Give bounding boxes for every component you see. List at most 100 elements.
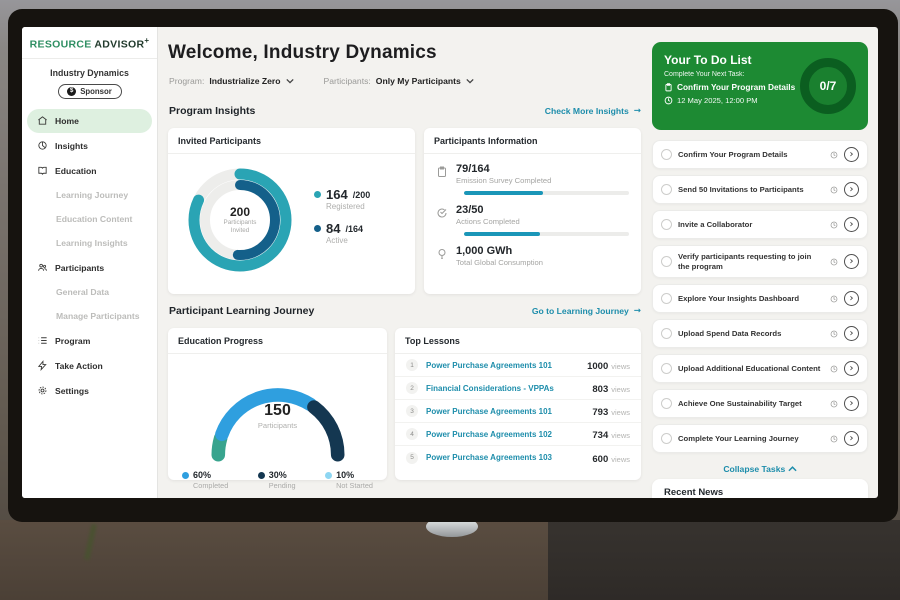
task-checkbox[interactable] xyxy=(661,433,672,444)
task-label: Send 50 Invitations to Participants xyxy=(678,185,824,195)
donut-legend: 164 /200 Registered 84 /164 Active xyxy=(314,177,370,255)
task-go-button[interactable]: › xyxy=(844,291,859,306)
legend-label: Completed xyxy=(193,481,228,490)
invited-donut-chart: 200 Participants Invited xyxy=(182,162,298,278)
todo-progress-value: 0/7 xyxy=(820,79,837,93)
task-checkbox[interactable] xyxy=(661,219,672,230)
task-row: Explore Your Insights Dashboard › xyxy=(652,284,868,313)
education-gauge-chart: 150 Participants xyxy=(183,364,373,464)
check-more-insights-link[interactable]: Check More Insights → xyxy=(545,106,641,116)
sidebar-item-education-content[interactable]: Education Content xyxy=(27,208,152,231)
sidebar-item-insights[interactable]: Insights xyxy=(27,134,152,158)
todo-title: Your To Do List xyxy=(664,53,795,67)
sidebar-item-general-data[interactable]: General Data xyxy=(27,281,152,304)
participants-label: Participants: xyxy=(324,76,371,86)
learning-journey-title: Participant Learning Journey xyxy=(169,305,314,317)
sidebar-item-label: General Data xyxy=(56,287,109,297)
task-checkbox[interactable] xyxy=(661,293,672,304)
participants-select[interactable]: Participants: Only My Participants xyxy=(324,76,474,86)
people-icon xyxy=(37,262,48,273)
task-go-button[interactable]: › xyxy=(844,147,859,162)
task-checkbox[interactable] xyxy=(661,363,672,374)
sidebar-item-take-action[interactable]: Take Action xyxy=(27,354,152,378)
sidebar-item-label: Participants xyxy=(55,263,104,273)
info-row-actions: 23/50 Actions Completed xyxy=(424,195,641,226)
sidebar-item-participants[interactable]: Participants xyxy=(27,256,152,280)
desk-right xyxy=(548,520,900,600)
go-to-learning-journey-link[interactable]: Go to Learning Journey → xyxy=(532,306,641,316)
info-value: 23/50 xyxy=(456,204,520,216)
sidebar-item-education[interactable]: Education xyxy=(27,159,152,183)
task-label: Achieve One Sustainability Target xyxy=(678,399,824,409)
lesson-link[interactable]: Financial Considerations - VPPAs xyxy=(426,384,584,393)
task-row: Invite a Collaborator › xyxy=(652,210,868,239)
views-suffix: views xyxy=(611,385,630,394)
sidebar-item-manage-participants[interactable]: Manage Participants xyxy=(27,305,152,328)
sidebar-item-label: Education xyxy=(55,166,97,176)
lesson-link[interactable]: Power Purchase Agreements 101 xyxy=(426,407,584,416)
task-go-button[interactable]: › xyxy=(844,217,859,232)
info-row-survey: 79/164 Emission Survey Completed xyxy=(424,154,641,185)
sidebar-item-label: Settings xyxy=(55,386,89,396)
views-suffix: views xyxy=(611,455,630,464)
lesson-link[interactable]: Power Purchase Agreements 102 xyxy=(426,430,584,439)
views-count: 734 xyxy=(592,430,608,441)
views-count: 803 xyxy=(592,384,608,395)
sidebar-item-program[interactable]: Program xyxy=(27,329,152,353)
task-checkbox[interactable] xyxy=(661,149,672,160)
rank-badge: 1 xyxy=(406,359,418,371)
link-label: Go to Learning Journey xyxy=(532,306,629,316)
task-go-button[interactable]: › xyxy=(844,431,859,446)
lesson-row: 1 Power Purchase Agreements 101 1000view… xyxy=(395,354,641,377)
task-go-button[interactable]: › xyxy=(844,326,859,341)
sponsor-label: Sponsor xyxy=(80,87,112,96)
legend-dot xyxy=(258,472,265,479)
task-checkbox[interactable] xyxy=(661,328,672,339)
gear-icon xyxy=(37,385,48,396)
actions-icon xyxy=(436,207,448,219)
survey-icon xyxy=(436,166,448,178)
task-label: Upload Spend Data Records xyxy=(678,329,824,339)
sidebar-item-learning-insights[interactable]: Learning Insights xyxy=(27,232,152,255)
task-checkbox[interactable] xyxy=(661,398,672,409)
task-row: Verify participants requesting to join t… xyxy=(652,245,868,278)
collapse-tasks-link[interactable]: Collapse Tasks xyxy=(652,464,868,474)
task-label: Invite a Collaborator xyxy=(678,220,824,230)
participants-information-card: Participants Information 79/164 Emission… xyxy=(424,128,641,294)
views-suffix: views xyxy=(611,362,630,371)
progress-fill xyxy=(464,191,543,195)
list-icon xyxy=(37,335,48,346)
link-label: Check More Insights xyxy=(545,106,629,116)
logo-advisor: ADVISOR xyxy=(94,39,144,51)
recent-news-title: Recent News xyxy=(664,487,856,498)
task-checkbox[interactable] xyxy=(661,256,672,267)
invited-center-line2: Invited xyxy=(231,227,250,236)
program-select[interactable]: Program: Industrialize Zero xyxy=(169,76,294,86)
legend-pct: 10% xyxy=(336,470,354,480)
donut-center-label: 200 Participants Invited xyxy=(182,162,298,278)
clock-icon xyxy=(830,295,838,303)
sidebar-item-label: Insights xyxy=(55,141,88,151)
task-go-button[interactable]: › xyxy=(844,361,859,376)
rank-badge: 4 xyxy=(406,428,418,440)
legend-dot xyxy=(325,472,332,479)
learning-journey-header: Participant Learning Journey Go to Learn… xyxy=(169,305,641,317)
home-icon xyxy=(37,115,48,126)
sidebar-item-home[interactable]: Home xyxy=(27,109,152,133)
legend-completed: 60% Completed xyxy=(182,470,228,490)
task-go-button[interactable]: › xyxy=(844,254,859,269)
task-go-button[interactable]: › xyxy=(844,182,859,197)
lesson-link[interactable]: Power Purchase Agreements 101 xyxy=(426,361,579,370)
clock-icon xyxy=(830,151,838,159)
recent-news-card: Recent News xyxy=(652,479,868,498)
task-row: Upload Spend Data Records › xyxy=(652,319,868,348)
sidebar-item-learning-journey[interactable]: Learning Journey xyxy=(27,184,152,207)
sidebar-item-settings[interactable]: Settings xyxy=(27,379,152,403)
task-label: Upload Additional Educational Content xyxy=(678,364,824,374)
lesson-link[interactable]: Power Purchase Agreements 103 xyxy=(426,453,584,462)
todo-next-task: Confirm Your Program Details xyxy=(677,82,795,92)
survey-progress-bar xyxy=(464,191,629,195)
task-go-button[interactable]: › xyxy=(844,396,859,411)
task-checkbox[interactable] xyxy=(661,184,672,195)
lesson-row: 3 Power Purchase Agreements 101 793views xyxy=(395,400,641,423)
